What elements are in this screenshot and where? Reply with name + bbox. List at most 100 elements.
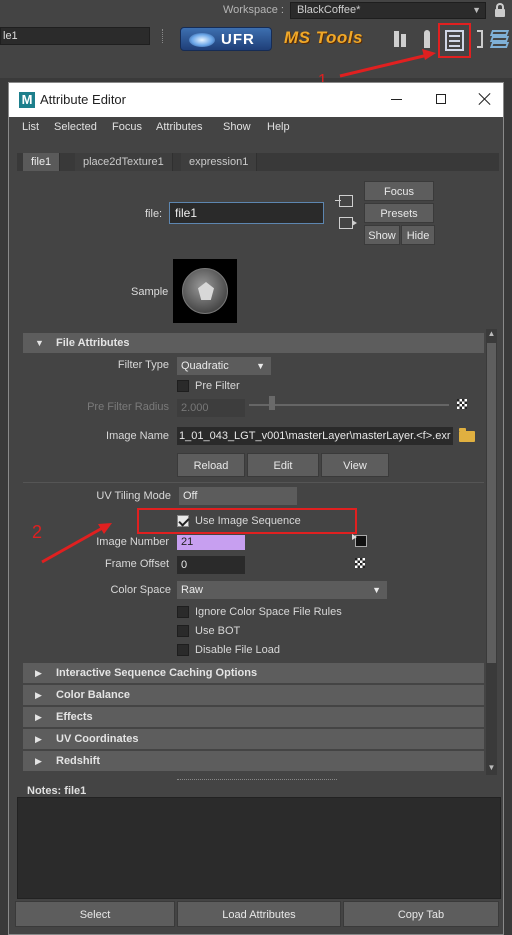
shelf-separator: [162, 29, 164, 43]
pre-filter-checkbox[interactable]: [177, 380, 189, 392]
tab-expression1[interactable]: expression1: [181, 153, 258, 171]
section-title: Redshift: [56, 755, 100, 767]
pre-filter-radius-slider[interactable]: [249, 404, 449, 406]
show-button[interactable]: Show: [364, 225, 400, 245]
ms-tools-shelf-button[interactable]: MS Tools: [284, 28, 363, 48]
filter-type-value: Quadratic: [181, 360, 229, 372]
disable-file-load-checkbox[interactable]: [177, 644, 189, 656]
node-tabs: file1 place2dTexture1 expression1: [17, 153, 499, 171]
expand-triangle-icon: ▶: [35, 734, 42, 744]
slider-handle[interactable]: [269, 396, 275, 410]
object-name-field[interactable]: le1: [0, 27, 150, 45]
use-image-sequence-checkbox[interactable]: [177, 515, 189, 527]
use-bot-label: Use BOT: [195, 625, 241, 637]
file-attributes-header[interactable]: ▼ File Attributes: [23, 333, 484, 353]
notes-textarea[interactable]: [17, 797, 501, 899]
ufr-logo-icon: [189, 33, 215, 47]
filter-type-dropdown[interactable]: Quadratic ▼: [177, 357, 271, 375]
menu-selected[interactable]: Selected: [54, 121, 97, 133]
ignore-color-space-checkbox[interactable]: [177, 606, 189, 618]
edit-button[interactable]: Edit: [247, 453, 319, 477]
map-texture-icon[interactable]: [457, 399, 467, 409]
maya-top-bar: Workspace : BlackCoffee* ▼ le1 UFR MS To…: [0, 0, 512, 78]
section-interactive-sequence-caching[interactable]: ▶ Interactive Sequence Caching Options: [23, 663, 484, 683]
map-texture-icon[interactable]: [355, 558, 365, 568]
use-bot-checkbox[interactable]: [177, 625, 189, 637]
frame-offset-field[interactable]: 0: [177, 556, 245, 574]
expand-triangle-icon: ▶: [35, 690, 42, 700]
image-name-field[interactable]: 1_01_043_LGT_v001\masterLayer\masterLaye…: [177, 427, 453, 445]
scroll-up-icon[interactable]: ▲: [486, 329, 497, 339]
copy-tab-button[interactable]: Copy Tab: [343, 901, 499, 927]
view-button[interactable]: View: [321, 453, 389, 477]
close-button[interactable]: [477, 91, 493, 107]
annotation-label-2: 2: [32, 522, 43, 542]
attribute-editor-window: M Attribute Editor List Selected Focus A…: [8, 82, 504, 935]
focus-button[interactable]: Focus: [364, 181, 434, 201]
maximize-button[interactable]: [433, 91, 449, 107]
input-connection-icon[interactable]: [335, 195, 353, 207]
pre-filter-label: Pre Filter: [195, 380, 240, 392]
keyframe-icon[interactable]: [352, 534, 367, 547]
workspace-label: Workspace :: [223, 4, 284, 16]
window-title: Attribute Editor: [40, 92, 126, 107]
section-uv-coordinates[interactable]: ▶ UV Coordinates: [23, 729, 484, 749]
image-number-field[interactable]: 21: [177, 535, 245, 550]
menu-show[interactable]: Show: [223, 121, 251, 133]
expand-triangle-icon: ▶: [35, 756, 42, 766]
section-redshift[interactable]: ▶ Redshift: [23, 751, 484, 771]
chevron-down-icon: ▼: [256, 361, 265, 371]
select-button[interactable]: Select: [15, 901, 175, 927]
attributes-scrollbar[interactable]: ▲ ▼: [486, 329, 497, 775]
section-title: Interactive Sequence Caching Options: [56, 667, 258, 679]
collapse-triangle-icon: ▼: [35, 338, 44, 348]
pane-splitter[interactable]: [177, 779, 337, 780]
uv-tiling-mode-label: UV Tiling Mode: [96, 490, 171, 502]
folder-icon[interactable]: [459, 428, 475, 442]
file-attributes-title: File Attributes: [56, 337, 130, 349]
sample-label: Sample: [131, 286, 169, 298]
minimize-button[interactable]: [389, 91, 405, 107]
menu-focus[interactable]: Focus: [112, 121, 142, 133]
reload-button[interactable]: Reload: [177, 453, 245, 477]
workspace-value: BlackCoffee*: [297, 4, 361, 16]
scroll-down-icon[interactable]: ▼: [486, 763, 497, 773]
tab-file1[interactable]: file1: [23, 153, 61, 171]
section-color-balance[interactable]: ▶ Color Balance: [23, 685, 484, 705]
color-space-label: Color Space: [110, 584, 171, 596]
expand-triangle-icon: ▶: [35, 712, 42, 722]
uv-tiling-mode-dropdown[interactable]: Off: [179, 487, 297, 505]
menu-bar: List Selected Focus Attributes Show Help: [9, 117, 503, 137]
character-tool-icon[interactable]: [392, 28, 412, 50]
tool-settings-icon[interactable]: [474, 28, 486, 50]
disable-file-load-label: Disable File Load: [195, 644, 280, 656]
human-ik-icon[interactable]: [420, 28, 434, 50]
menu-attributes[interactable]: Attributes: [156, 121, 202, 133]
scroll-thumb[interactable]: [487, 343, 496, 663]
workspace-dropdown[interactable]: BlackCoffee* ▼: [290, 2, 486, 19]
load-attributes-button[interactable]: Load Attributes: [177, 901, 341, 927]
expand-triangle-icon: ▶: [35, 668, 42, 678]
presets-button[interactable]: Presets: [364, 203, 434, 223]
attribute-editor-icon: [445, 30, 464, 51]
channel-box-layers-icon[interactable]: [489, 28, 511, 50]
tab-place2dtexture1[interactable]: place2dTexture1: [75, 153, 173, 171]
color-space-dropdown[interactable]: Raw ▼: [177, 581, 387, 599]
menu-list[interactable]: List: [22, 121, 39, 133]
frame-offset-label: Frame Offset: [105, 558, 169, 570]
attribute-editor-toggle-button[interactable]: [438, 23, 471, 58]
section-title: Color Balance: [56, 689, 130, 701]
pre-filter-radius-field[interactable]: 2.000: [177, 399, 245, 417]
output-connection-icon[interactable]: [339, 217, 357, 229]
section-effects[interactable]: ▶ Effects: [23, 707, 484, 727]
menu-help[interactable]: Help: [267, 121, 290, 133]
pre-filter-radius-label: Pre Filter Radius: [87, 401, 169, 413]
lock-icon[interactable]: [495, 3, 505, 17]
image-number-label: Image Number: [96, 536, 169, 548]
image-name-label: Image Name: [106, 430, 169, 442]
hide-button[interactable]: Hide: [401, 225, 435, 245]
sample-swatch[interactable]: [173, 259, 237, 323]
title-bar[interactable]: M Attribute Editor: [9, 83, 503, 117]
ufr-shelf-button[interactable]: UFR: [180, 27, 272, 51]
file-node-name-input[interactable]: file1: [169, 202, 324, 224]
